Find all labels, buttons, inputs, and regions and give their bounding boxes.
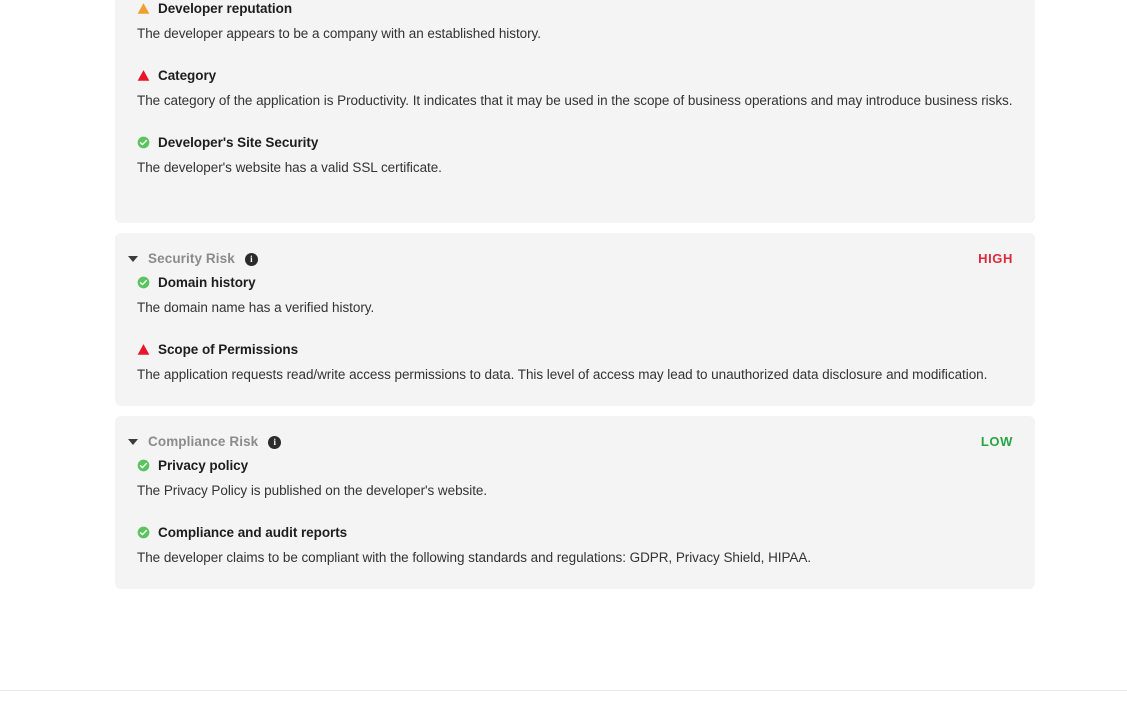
risk-card-header-compliance[interactable]: Compliance Risk LOW [115, 416, 1035, 455]
risk-card-compliance: Compliance Risk LOW Privacy policy [115, 416, 1035, 589]
finding-title-row: Scope of Permissions [137, 341, 1013, 359]
danger-triangle-icon [137, 69, 150, 82]
chevron-down-icon[interactable] [126, 435, 140, 449]
finding-title-row: Domain history [137, 274, 1013, 292]
finding-title: Compliance and audit reports [158, 525, 348, 540]
chevron-down-icon[interactable] [126, 252, 140, 266]
finding-item: Domain history The domain name has a ver… [137, 274, 1013, 319]
success-check-icon [137, 136, 150, 149]
finding-description: The category of the application is Produ… [137, 93, 1013, 108]
finding-title: Developer's Site Security [158, 135, 319, 150]
finding-title: Domain history [158, 275, 256, 290]
success-check-icon [137, 276, 150, 289]
finding-title-row: Compliance and audit reports [137, 524, 1013, 542]
success-check-icon [137, 459, 150, 472]
finding-description: The application requests read/write acce… [137, 367, 988, 382]
finding-item: Developer's Site Security The developer'… [137, 134, 1013, 179]
risk-cards-container: Developer reputation The developer appea… [115, 0, 1035, 599]
page-bottom-divider [0, 690, 1127, 691]
finding-title-row: Privacy policy [137, 457, 1013, 475]
finding-description: The developer appears to be a company wi… [137, 26, 541, 41]
risk-card-header-security[interactable]: Security Risk HIGH [115, 233, 1035, 272]
risk-card-title: Compliance Risk [148, 434, 259, 449]
risk-card-body: Domain history The domain name has a ver… [115, 272, 1035, 406]
finding-title-row: Developer's Site Security [137, 134, 1013, 152]
finding-title: Scope of Permissions [158, 342, 299, 357]
risk-assessment-page: Developer reputation The developer appea… [0, 0, 1127, 701]
warning-triangle-icon [137, 2, 150, 15]
finding-item: Developer reputation The developer appea… [137, 0, 1013, 45]
risk-card-title: Security Risk [148, 251, 235, 266]
finding-description: The developer claims to be compliant wit… [137, 550, 812, 565]
finding-title: Privacy policy [158, 458, 249, 473]
risk-card-body: Developer reputation The developer appea… [115, 0, 1035, 199]
info-icon[interactable] [244, 253, 258, 266]
risk-card-body: Privacy policy The Privacy Policy is pub… [115, 455, 1035, 589]
finding-item: Category The category of the application… [137, 67, 1013, 112]
finding-title-row: Developer reputation [137, 0, 1013, 18]
info-icon[interactable] [268, 436, 282, 449]
risk-level-badge: LOW [980, 434, 1013, 449]
finding-item: Compliance and audit reports The develop… [137, 524, 1013, 569]
success-check-icon [137, 526, 150, 539]
finding-title-row: Category [137, 67, 1013, 85]
risk-level-badge: HIGH [978, 251, 1013, 266]
danger-triangle-icon [137, 343, 150, 356]
finding-item: Privacy policy The Privacy Policy is pub… [137, 457, 1013, 502]
finding-item: Scope of Permissions The application req… [137, 341, 1013, 386]
finding-description: The developer's website has a valid SSL … [137, 160, 442, 175]
risk-card-security: Security Risk HIGH Domain history [115, 233, 1035, 406]
finding-description: The Privacy Policy is published on the d… [137, 483, 488, 498]
finding-title: Developer reputation [158, 1, 293, 16]
finding-description: The domain name has a verified history. [137, 300, 375, 315]
finding-title: Category [158, 68, 217, 83]
risk-card-reputation: Developer reputation The developer appea… [115, 0, 1035, 223]
